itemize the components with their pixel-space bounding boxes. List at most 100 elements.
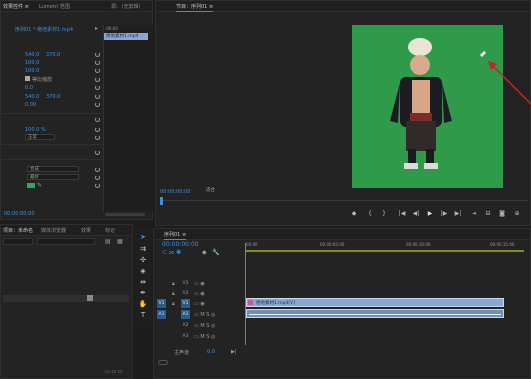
program-timecode[interactable]: 00:00:00:00 [160, 189, 191, 195]
track-v3-label[interactable]: V3 [181, 279, 190, 288]
project-scrollbar[interactable] [87, 295, 93, 301]
export-frame-icon[interactable]: ◙ [498, 210, 506, 217]
scale-width-value[interactable]: 100.0 [25, 68, 39, 74]
position-x-value[interactable]: 540.0 [25, 52, 39, 58]
uniform-scale-checkbox[interactable] [25, 76, 30, 81]
video-frame[interactable] [352, 25, 503, 188]
toggle-output-icon[interactable]: ▭ ◉ [194, 301, 205, 307]
reset-icon[interactable] [95, 68, 100, 73]
project-footer-icon[interactable]: ▭ ▭ ▭ [105, 369, 122, 375]
quality-select[interactable]: 最好 [27, 174, 79, 180]
razor-icon[interactable]: ◈ [138, 266, 148, 276]
anchor-y-value[interactable]: 370.0 [46, 94, 60, 100]
reset-icon[interactable] [95, 117, 100, 122]
slip-icon[interactable]: ⇹ [138, 277, 148, 287]
toggle-output-icon[interactable]: ▭ ◉ [194, 281, 205, 287]
step-back-icon[interactable]: ◀| [412, 210, 420, 217]
reset-icon[interactable] [95, 102, 100, 107]
playhead-bar[interactable] [160, 200, 528, 201]
snap-icon[interactable]: ⊂ ⟗ ✽ [162, 249, 181, 257]
tab-effect-controls[interactable]: 效果控件 ≡ [3, 3, 29, 10]
mark-in-icon[interactable]: { [366, 210, 374, 217]
master-volume-value[interactable]: 0.0 [207, 349, 215, 355]
list-view-icon[interactable]: ▦ [117, 238, 123, 245]
track-v1-label[interactable]: V1 [181, 299, 190, 308]
type-icon[interactable]: T [138, 310, 148, 320]
rotation-value[interactable]: 0.0 [25, 85, 33, 91]
track-a1-label[interactable]: A1 [181, 310, 190, 319]
composite-select[interactable]: 合成 [27, 166, 79, 172]
breadcrumb[interactable]: 序列01 * 绝地素材1.mp4 [15, 26, 73, 33]
tab-project[interactable]: 项目：未命名 [3, 227, 33, 234]
lock-icon[interactable]: 🔒︎ [172, 291, 175, 297]
project-search-input[interactable] [3, 238, 33, 245]
mute-solo-icon[interactable]: ▭ M S ◎ [194, 323, 215, 329]
scale-value[interactable]: 100.0 [25, 60, 39, 66]
video-clip[interactable]: 绝地素材1.mp4[V] [246, 298, 504, 307]
tab-source[interactable]: 源：（无剪辑） [111, 3, 144, 10]
track-select-icon[interactable]: ⇉ [138, 244, 148, 254]
tab-program[interactable]: 节目：序列01 ≡ [176, 3, 214, 12]
play-icon[interactable]: ▶ [426, 210, 434, 217]
reset-icon[interactable] [95, 94, 100, 99]
anchor-x-value[interactable]: 540.0 [25, 94, 39, 100]
track-a3-label[interactable]: A3 [181, 332, 190, 341]
new-bin-icon[interactable]: ▤ [105, 238, 111, 245]
reset-icon[interactable] [95, 135, 100, 140]
tab-lumetri-scopes[interactable]: Lumetri 范围 [39, 3, 70, 10]
play-only-icon[interactable]: ▸ [95, 25, 98, 32]
tab-media-browser[interactable]: 媒体浏览器 [41, 227, 66, 234]
timeline-scrollbar[interactable] [158, 360, 168, 365]
mute-solo-icon[interactable]: ▭ M S ◎ [194, 312, 215, 318]
toggle-output-icon[interactable]: ▭ ◉ [194, 291, 205, 297]
eyedropper-icon[interactable]: ✎ [37, 182, 42, 189]
extract-icon[interactable]: ⊟ [484, 210, 492, 217]
mini-clip-bar[interactable]: 绝地素材1.mp4 [104, 33, 148, 40]
effects-timecode[interactable]: 00:00:00:00 [4, 211, 35, 217]
anti-flicker-value[interactable]: 0.00 [25, 102, 36, 108]
project-item-row[interactable] [3, 295, 129, 302]
track-v2-label[interactable]: V2 [181, 289, 190, 298]
program-playhead[interactable] [160, 197, 163, 205]
color-swatch[interactable] [27, 183, 35, 188]
reset-icon[interactable] [95, 85, 100, 90]
audio-clip[interactable] [246, 309, 504, 318]
pen-icon[interactable]: ✒ [138, 288, 148, 298]
step-forward-icon[interactable]: |▶ [440, 210, 448, 217]
reset-icon[interactable] [95, 77, 100, 82]
ripple-edit-icon[interactable]: ✣ [138, 255, 148, 265]
lock-icon[interactable]: 🔒︎ [172, 301, 175, 307]
go-to-in-icon[interactable]: |◀ [398, 210, 406, 217]
reset-icon[interactable] [95, 175, 100, 180]
selection-tool-icon[interactable]: ➤ [138, 232, 148, 242]
tab-sequence[interactable]: 序列01 ≡ [164, 231, 187, 240]
mute-solo-icon[interactable]: ▭ M S ◎ [194, 334, 215, 340]
opacity-value[interactable]: 100.0 % [25, 127, 46, 133]
go-to-out-icon[interactable]: ▶| [454, 210, 462, 217]
mark-out-icon[interactable]: } [380, 210, 388, 217]
track-a2-label[interactable]: A2 [181, 321, 190, 330]
skip-icon[interactable]: ▶| [231, 349, 237, 355]
lift-icon[interactable]: ⇥ [470, 210, 478, 217]
reset-icon[interactable] [95, 167, 100, 172]
tab-effects[interactable]: 效果 [81, 227, 91, 234]
reset-icon[interactable] [95, 183, 100, 188]
mini-scroll-bar[interactable] [105, 213, 145, 216]
timeline-timecode[interactable]: 00:00:00:00 [162, 241, 199, 248]
fit-select[interactable]: 适合 [204, 188, 234, 194]
position-y-value[interactable]: 370.0 [46, 52, 60, 58]
marker-icon[interactable]: ◆ [202, 249, 207, 256]
reset-icon[interactable] [95, 52, 100, 57]
search-bar[interactable] [37, 238, 95, 245]
work-area-bar[interactable] [246, 250, 524, 252]
add-marker-icon[interactable]: ◆ [350, 210, 358, 217]
source-a1-patch[interactable]: A1 [157, 310, 166, 319]
reset-icon[interactable] [95, 150, 100, 155]
settings-icon[interactable]: ⊕ [513, 210, 521, 217]
tab-markers[interactable]: 标记 [105, 227, 115, 234]
wrench-icon[interactable]: 🔧 [212, 249, 219, 256]
reset-icon[interactable] [95, 60, 100, 65]
blend-mode-select[interactable]: 正常 [25, 134, 55, 140]
reset-icon[interactable] [95, 127, 100, 132]
hand-icon[interactable]: ✋ [138, 299, 148, 309]
